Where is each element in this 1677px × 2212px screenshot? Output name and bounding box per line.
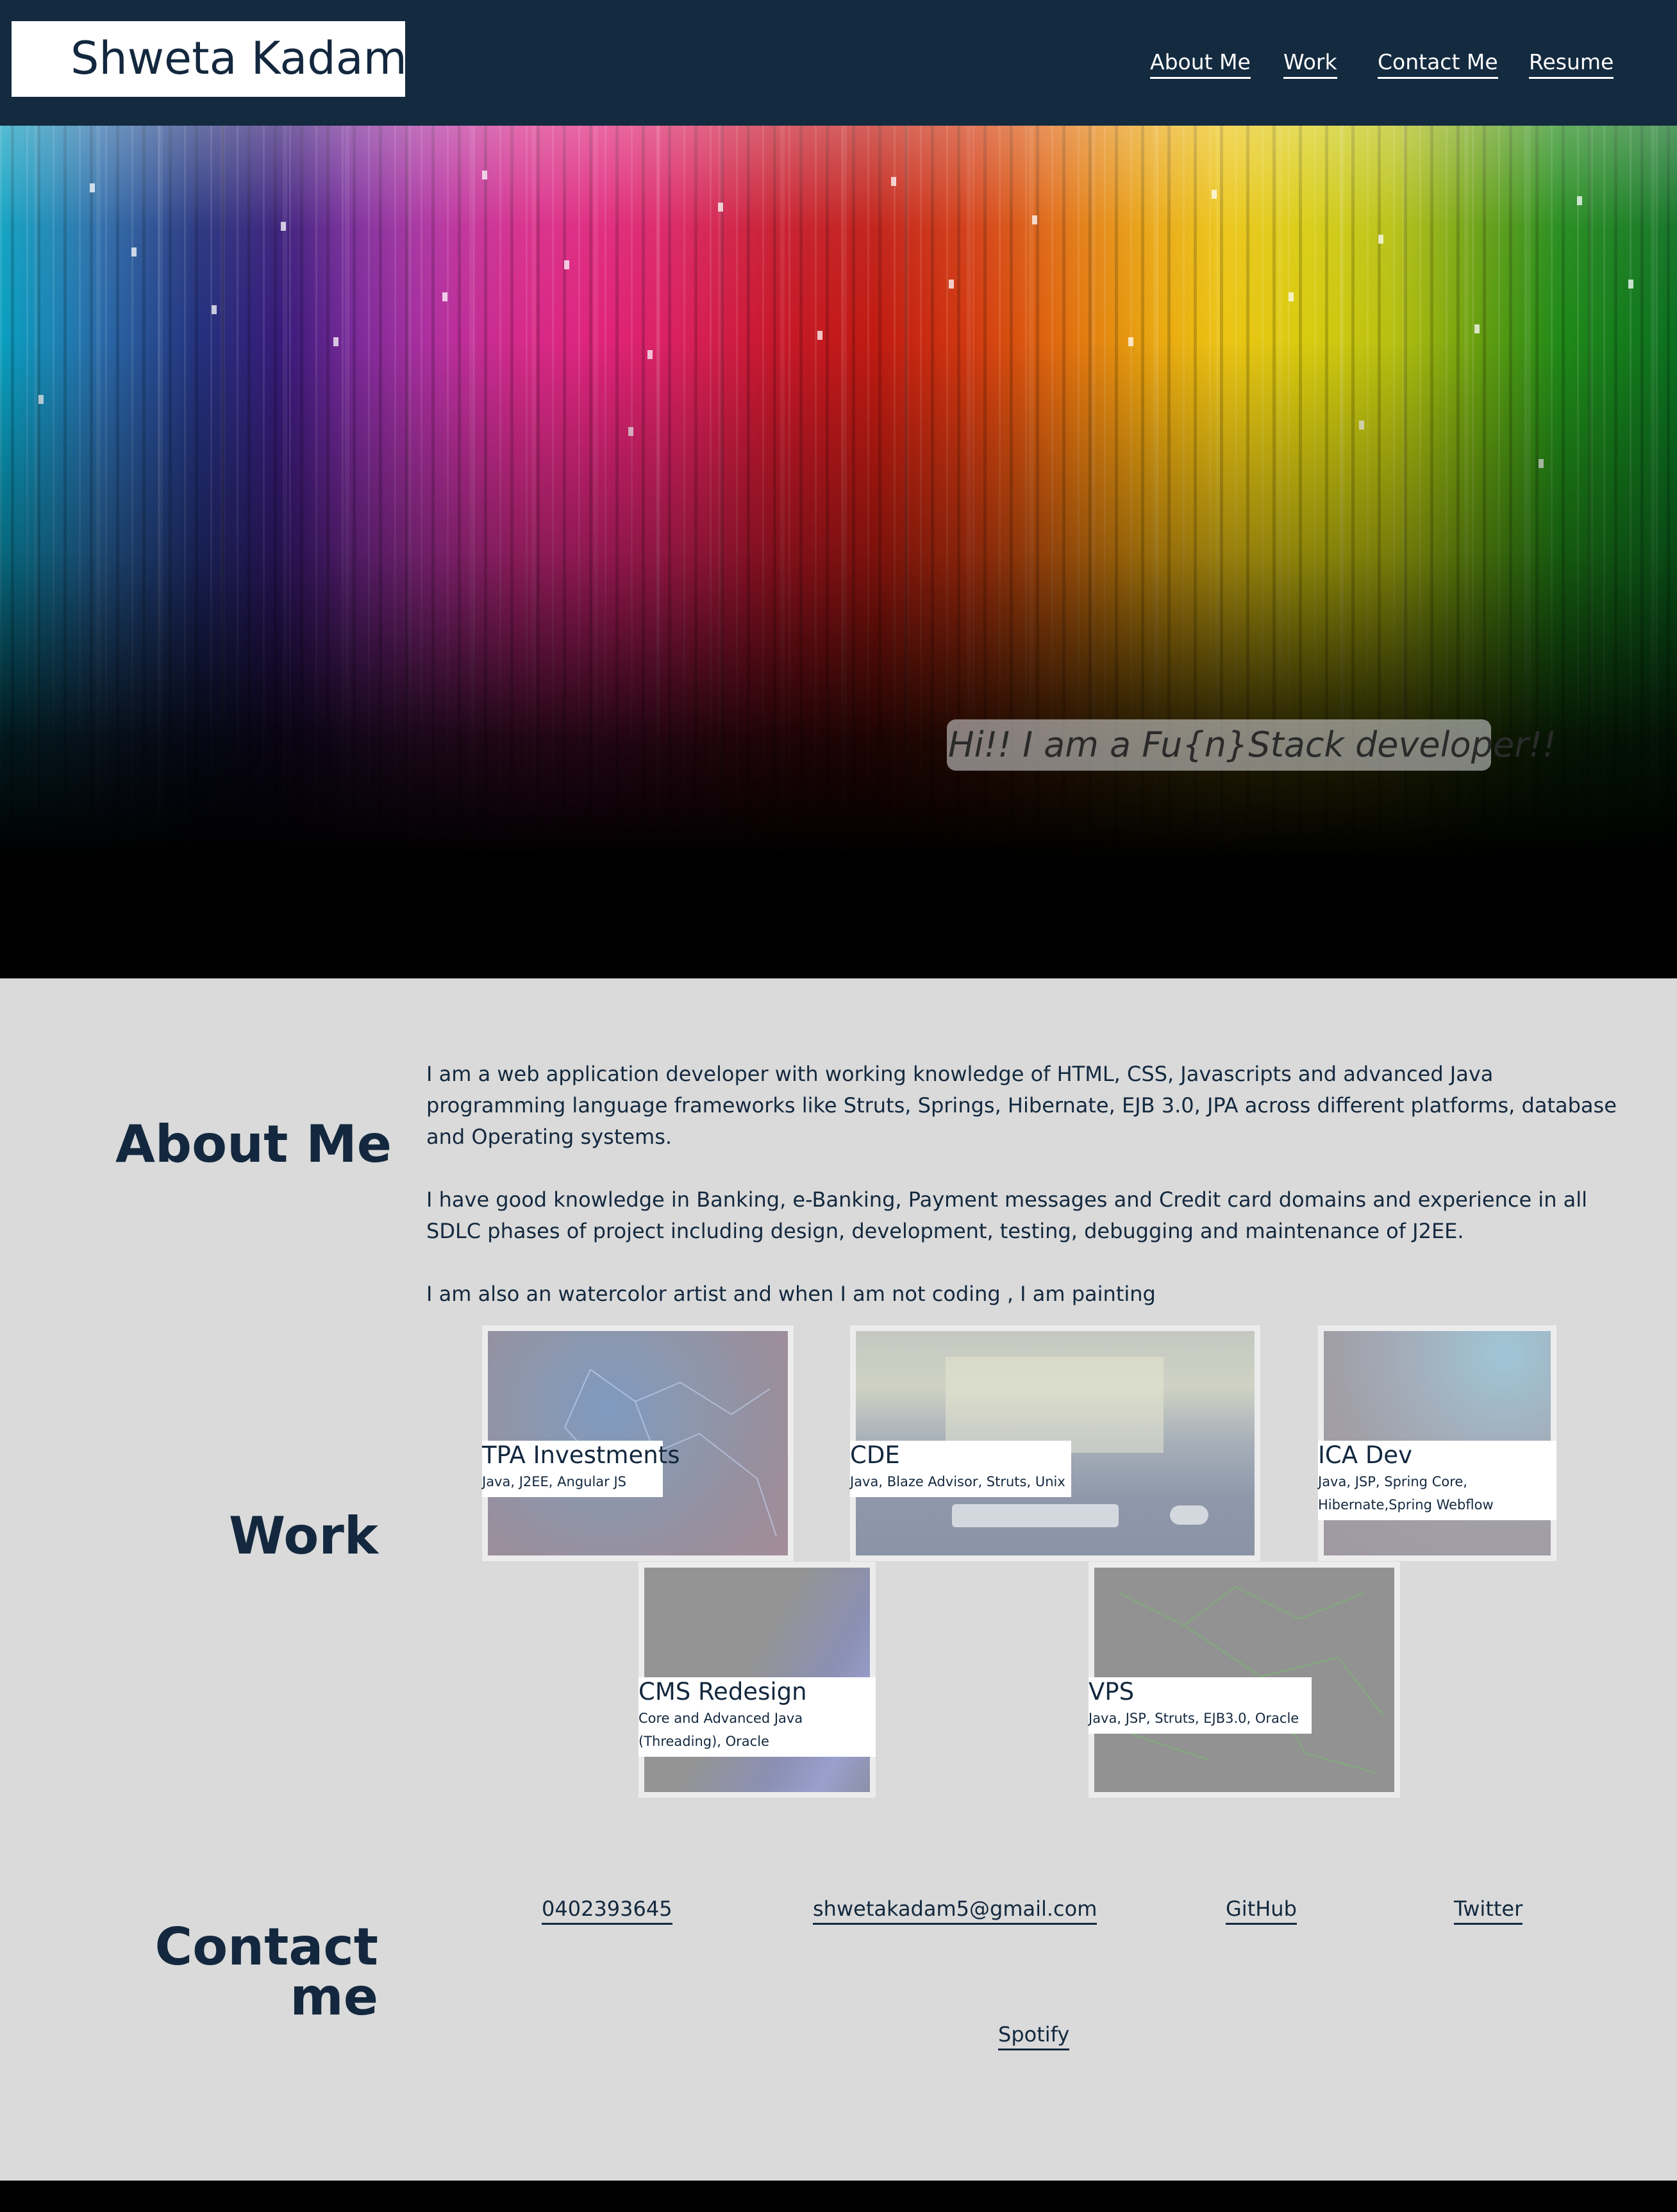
project-tech: Java, JSP, Spring Core, Hibernate,Spring… <box>1318 1474 1494 1512</box>
contact-heading-line: me <box>290 1967 378 2027</box>
github-link[interactable]: GitHub <box>1226 1895 1297 1925</box>
twitter-link[interactable]: Twitter <box>1454 1895 1523 1925</box>
about-me-text: I am a web application developer with wo… <box>426 1059 1625 1341</box>
project-title[interactable]: VPS <box>1089 1677 1312 1707</box>
project-label: VPS Java, JSP, Struts, EJB3.0, Oracle <box>1089 1677 1312 1734</box>
project-tech: Java, J2EE, Angular JS <box>482 1474 627 1489</box>
project-label: TPA Investments Java, J2EE, Angular JS <box>482 1441 680 1497</box>
project-tech: Java, JSP, Struts, EJB3.0, Oracle <box>1089 1711 1299 1726</box>
nav-work[interactable]: Work <box>1283 47 1337 79</box>
work-heading: Work <box>228 1506 378 1566</box>
brand-logo[interactable]: Shweta Kadam <box>12 21 407 97</box>
hero-tagline: Hi!! I am a Fu{n}Stack developer!! <box>948 725 1556 765</box>
project-card-tpa-investments[interactable]: TPA Investments Java, J2EE, Angular JS <box>482 1325 794 1561</box>
about-paragraph: I am a web application developer with wo… <box>426 1062 1617 1149</box>
project-tech: Core and Advanced Java (Threading), Orac… <box>638 1711 803 1749</box>
project-card-cms-redesign[interactable]: CMS Redesign Core and Advanced Java (Thr… <box>638 1562 876 1798</box>
brand-name[interactable]: Shweta Kadam <box>71 33 407 84</box>
project-card-cde[interactable]: CDE Java, Blaze Advisor, Struts, Unix <box>850 1325 1260 1561</box>
project-title[interactable]: CMS Redesign <box>638 1677 876 1707</box>
project-label: CDE Java, Blaze Advisor, Struts, Unix <box>850 1441 1071 1497</box>
about-paragraph: I am also an watercolor artist and when … <box>426 1282 1156 1306</box>
nav-about-me[interactable]: About Me <box>1150 47 1251 79</box>
project-title[interactable]: TPA Investments <box>482 1441 680 1470</box>
nav-resume[interactable]: Resume <box>1529 47 1614 79</box>
project-card-ica-dev[interactable]: ICA Dev Java, JSP, Spring Core, Hibernat… <box>1318 1325 1556 1561</box>
hero-banner: Hi!! I am a Fu{n}Stack developer!! <box>0 126 1677 978</box>
email-link[interactable]: shwetakadam5@gmail.com <box>813 1895 1097 1925</box>
project-title[interactable]: CDE <box>850 1441 1071 1470</box>
project-tech: Java, Blaze Advisor, Struts, Unix <box>850 1474 1065 1489</box>
about-paragraph: I have good knowledge in Banking, e-Bank… <box>426 1187 1588 1243</box>
site-header: Shweta Kadam About Me Work Contact Me Re… <box>0 0 1677 126</box>
tagline-box: Hi!! I am a Fu{n}Stack developer!! <box>947 719 1556 771</box>
contact-me-heading: Contact me <box>115 1917 378 2027</box>
contact-heading-line: Contact <box>154 1917 378 1977</box>
about-me-heading: About Me <box>115 1114 392 1175</box>
project-label: ICA Dev Java, JSP, Spring Core, Hibernat… <box>1318 1441 1556 1520</box>
site-footer <box>0 2181 1677 2212</box>
spotify-link[interactable]: Spotify <box>998 2020 1070 2050</box>
project-title[interactable]: ICA Dev <box>1318 1441 1556 1470</box>
hero-fade-overlay <box>0 126 1677 978</box>
project-card-vps[interactable]: VPS Java, JSP, Struts, EJB3.0, Oracle <box>1089 1562 1400 1798</box>
project-label: CMS Redesign Core and Advanced Java (Thr… <box>638 1677 876 1757</box>
phone-link[interactable]: 0402393645 <box>542 1895 672 1925</box>
nav-contact-me[interactable]: Contact Me <box>1378 47 1498 79</box>
